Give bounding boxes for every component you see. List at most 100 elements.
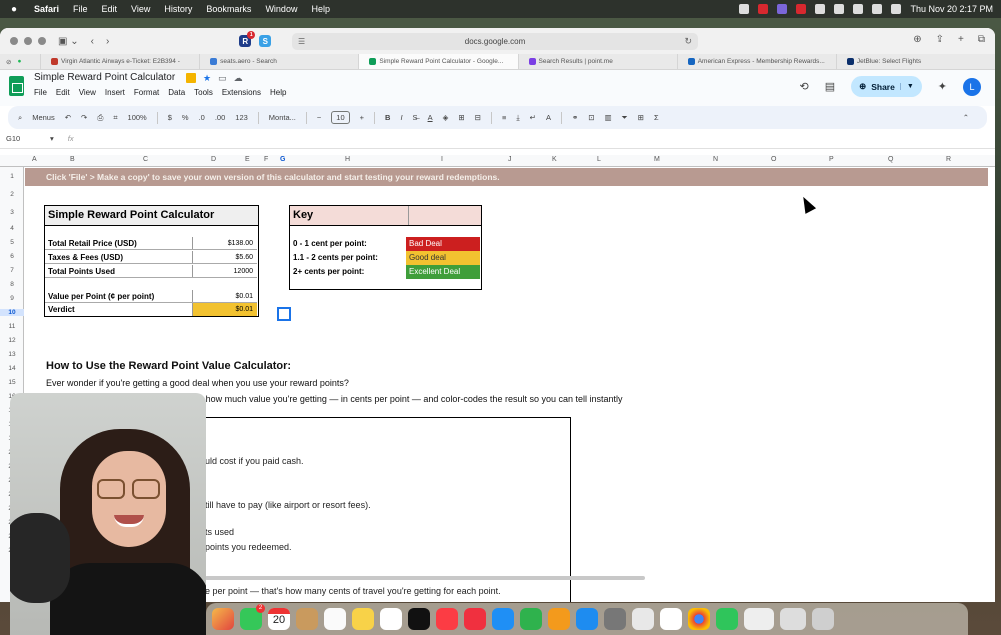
text-rotate-icon[interactable]: A (546, 113, 551, 122)
reload-icon[interactable]: ↻ (684, 36, 692, 47)
selected-cell[interactable] (277, 307, 291, 321)
column-header[interactable]: M (654, 156, 660, 163)
paint-format-icon[interactable]: ⌗ (113, 113, 117, 123)
status-icon[interactable] (739, 4, 750, 14)
merge-cells-icon[interactable]: ⊟ (475, 113, 481, 122)
menu-window[interactable]: Window (265, 4, 297, 14)
contacts-app-icon[interactable] (296, 608, 318, 630)
column-header[interactable]: K (552, 156, 557, 163)
row-header[interactable]: 7 (0, 267, 24, 274)
document-title[interactable]: Simple Reward Point Calculator (34, 72, 175, 83)
calc-value[interactable]: $138.00 (193, 237, 257, 249)
recording-status-icon[interactable] (777, 4, 788, 14)
row-header[interactable]: 4 (0, 225, 24, 232)
appletv-app-icon[interactable] (408, 608, 430, 630)
pages-app-icon[interactable] (548, 608, 570, 630)
menu-help[interactable]: Help (311, 4, 330, 14)
column-header[interactable]: R (946, 156, 951, 163)
row-header[interactable]: 8 (0, 281, 24, 288)
calc-value[interactable]: $0.01 (193, 290, 257, 302)
column-header[interactable]: Q (888, 156, 893, 163)
column-header[interactable]: P (829, 156, 834, 163)
cloud-status-icon[interactable]: ☁ (234, 73, 243, 84)
sidebar-toggle-icon[interactable]: ▣ ⌄ (58, 36, 79, 47)
calc-row-taxes[interactable]: Taxes & Fees (USD) $5.60 (45, 251, 257, 264)
tab-overview-icon[interactable]: ⧉ (978, 34, 985, 45)
sheets-menu-format[interactable]: Format (134, 88, 159, 97)
calc-value[interactable]: 12000 (193, 265, 257, 277)
menu-view[interactable]: View (131, 4, 150, 14)
extension-r-icon[interactable]: R1 (239, 31, 256, 47)
column-header[interactable]: L (597, 156, 601, 163)
calc-row-verdict[interactable]: Verdict $0.01 (45, 303, 257, 316)
column-header[interactable]: J (508, 156, 512, 163)
menu-bookmarks[interactable]: Bookmarks (206, 4, 251, 14)
row-header[interactable]: 11 (0, 323, 24, 330)
increase-font-icon[interactable]: + (360, 113, 364, 122)
row-header[interactable]: 10 (0, 309, 24, 316)
reminders-app-icon[interactable] (324, 608, 346, 630)
sheets-menu-file[interactable]: File (34, 88, 47, 97)
calc-row-points[interactable]: Total Points Used 12000 (45, 265, 257, 278)
font-select[interactable]: Monta... (269, 113, 296, 122)
address-bar[interactable]: ☰ docs.google.com ↻ (292, 33, 698, 50)
wifi-icon[interactable] (853, 4, 864, 14)
extension-folder-icon[interactable] (186, 73, 196, 83)
minimize-window-button[interactable] (24, 37, 32, 45)
version-history-icon[interactable]: ⟲ (799, 80, 808, 93)
decrease-decimal-button[interactable]: .0 (199, 113, 205, 122)
column-header[interactable]: F (264, 156, 268, 163)
freeform-app-icon[interactable] (380, 608, 402, 630)
sheets-menu-data[interactable]: Data (168, 88, 185, 97)
share-dropdown-icon[interactable]: ▼ (899, 83, 914, 90)
row-header[interactable]: 5 (0, 239, 24, 246)
filter-views-icon[interactable]: ⊞ (638, 113, 644, 122)
spotlight-icon[interactable] (872, 4, 883, 14)
spotify-icon[interactable]: ● (17, 58, 21, 65)
battery-icon[interactable] (834, 4, 845, 14)
numbers-app-icon[interactable] (520, 608, 542, 630)
tab-seats-aero[interactable]: seats.aero - Search (199, 54, 358, 69)
apple-menu-icon[interactable]: ● (8, 4, 20, 15)
menu-history[interactable]: History (164, 4, 192, 14)
back-arrow-icon[interactable]: ‹ (91, 36, 94, 47)
percent-format-button[interactable]: % (182, 113, 189, 122)
font-size-input[interactable]: 10 (331, 111, 350, 124)
undo-icon[interactable]: ↶ (65, 113, 71, 122)
column-header[interactable]: B (70, 156, 75, 163)
control-center-icon[interactable] (891, 4, 902, 14)
fill-color-icon[interactable]: ◈ (443, 113, 449, 122)
tab-amex[interactable]: American Express - Membership Rewards... (676, 54, 836, 69)
key-row-good[interactable]: 1.1 - 2 cents per point: Good deal (290, 251, 480, 265)
key-row-bad[interactable]: 0 - 1 cent per point: Bad Deal (290, 237, 480, 251)
name-box[interactable]: G10 (0, 134, 50, 143)
system-settings-icon[interactable] (604, 608, 626, 630)
column-header[interactable]: C (143, 156, 148, 163)
insert-comment-icon[interactable]: ⊡ (588, 113, 594, 122)
close-window-button[interactable] (10, 37, 18, 45)
facetime-app-icon[interactable]: 2 (240, 604, 265, 630)
menu-file[interactable]: File (73, 4, 88, 14)
insert-link-icon[interactable]: ⚭ (572, 113, 578, 122)
music-app-icon[interactable] (436, 608, 458, 630)
number-format-button[interactable]: 123 (235, 113, 248, 122)
extension-s-icon[interactable]: S (259, 35, 272, 47)
keynote-app-icon[interactable] (492, 608, 514, 630)
align-left-icon[interactable]: ≡ (502, 113, 506, 122)
slack-app-icon[interactable] (660, 608, 682, 630)
photos-app-icon[interactable] (212, 608, 234, 630)
download-icon[interactable]: ⊕ (913, 34, 921, 45)
redo-icon[interactable]: ↷ (81, 113, 87, 122)
currency-format-button[interactable]: $ (168, 113, 172, 122)
tab-group-icon[interactable]: ⊘ (6, 58, 11, 66)
calc-value[interactable]: $5.60 (193, 251, 257, 263)
record-stop-icon[interactable] (796, 4, 807, 14)
column-header[interactable]: H (345, 156, 350, 163)
increase-decimal-button[interactable]: .00 (215, 113, 225, 122)
creative-cloud-icon[interactable] (815, 4, 826, 14)
tab-jetblue[interactable]: JetBlue: Select Flights (835, 54, 995, 69)
column-header[interactable]: O (771, 156, 776, 163)
search-menus-icon[interactable]: ⌕ (18, 113, 22, 123)
row-header[interactable]: 3 (0, 209, 24, 216)
calc-row-retail[interactable]: Total Retail Price (USD) $138.00 (45, 237, 257, 250)
